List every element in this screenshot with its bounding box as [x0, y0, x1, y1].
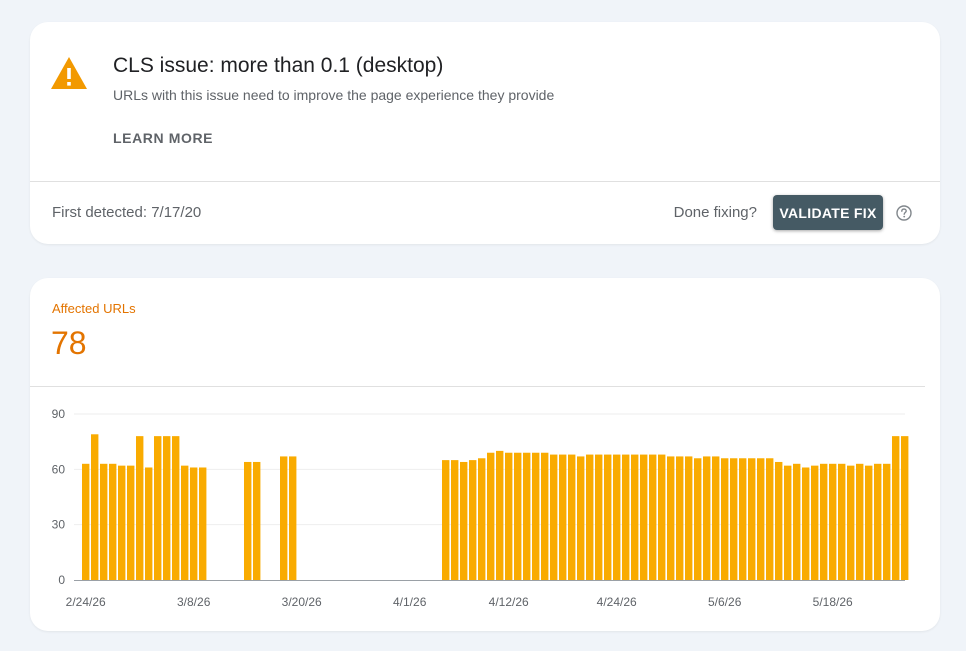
- affected-urls-chart: 90 60 30 02/24/26 3/8/26 3/20/26 4/1/26 4/12/26…: [52, 407, 909, 609]
- validate-fix-button[interactable]: VALIDATE FIX: [773, 195, 883, 230]
- issue-card: CLS issue: more than 0.1 (desktop) URLs …: [30, 22, 940, 244]
- chart-bar: [838, 463, 846, 580]
- chart-bar: [82, 463, 90, 580]
- chart-bar: [163, 436, 171, 580]
- chart-bar: [622, 454, 630, 580]
- chart-bar: [469, 460, 477, 580]
- chart-bar: [892, 436, 900, 580]
- chart-bar: [478, 458, 486, 580]
- chart-bar: [127, 465, 135, 580]
- chart-bar: [883, 463, 891, 580]
- done-fixing-text: Done fixing?: [673, 204, 757, 221]
- first-detected-text: First detected: 7/17/20: [52, 204, 202, 221]
- chart-bar: [658, 454, 666, 580]
- chart-bar: [559, 454, 567, 580]
- chart-bar: [766, 458, 774, 580]
- chart-bar: [532, 452, 540, 580]
- chart-bar: [649, 454, 657, 580]
- x-tick-label: 4/12/26: [489, 595, 529, 609]
- chart-bar: [604, 454, 612, 580]
- chart-bar: [640, 454, 648, 580]
- chart-bar: [514, 452, 522, 580]
- y-tick-label: 30: [52, 518, 66, 532]
- affected-urls-card: Affected URLs 78 90 60 30 0 2/24/26 3/8/26 3/2…: [30, 278, 940, 631]
- affected-urls-count: 78: [51, 325, 87, 361]
- chart-bar: [289, 456, 297, 580]
- chart-bar: [721, 458, 729, 580]
- chart-divider: [30, 386, 925, 387]
- chart-bar: [631, 454, 639, 580]
- x-tick-label: 5/6/26: [708, 595, 742, 609]
- chart-bar: [91, 434, 99, 580]
- issue-subtitle: URLs with this issue need to improve the…: [113, 87, 555, 103]
- chart-bar: [451, 460, 459, 580]
- chart-bar: [730, 458, 738, 580]
- chart-bar: [280, 456, 288, 580]
- chart-bar: [829, 463, 837, 580]
- chart-bar: [109, 463, 117, 580]
- chart-bar: [577, 456, 585, 580]
- chart-bar: [541, 452, 549, 580]
- y-tick-label: 90: [52, 407, 66, 421]
- chart-bar: [118, 465, 126, 580]
- affected-urls-label: Affected URLs: [52, 301, 136, 316]
- chart-bar: [523, 452, 531, 580]
- chart-bar: [586, 454, 594, 580]
- x-tick-label: 2/24/26: [66, 595, 106, 609]
- chart-bar: [811, 465, 819, 580]
- chart-bar: [496, 450, 504, 580]
- y-tick-label: 60: [52, 462, 66, 476]
- chart-bar: [136, 436, 144, 580]
- chart-bar: [694, 458, 702, 580]
- chart-bar: [613, 454, 621, 580]
- chart-bar: [550, 454, 558, 580]
- chart-bar: [442, 460, 450, 580]
- chart-bar: [748, 458, 756, 580]
- learn-more-link[interactable]: LEARN MORE: [113, 130, 213, 146]
- warning-icon: [51, 57, 87, 89]
- chart-bar: [154, 436, 162, 580]
- chart-bar: [703, 456, 711, 580]
- chart-bar: [199, 467, 207, 580]
- chart-bar: [784, 465, 792, 580]
- x-tick-label: 3/20/26: [282, 595, 322, 609]
- chart-bar: [793, 463, 801, 580]
- chart-bar: [568, 454, 576, 580]
- y-tick-label: 0: [58, 573, 65, 587]
- chart-bar: [874, 463, 882, 580]
- chart-bar: [253, 461, 261, 580]
- chart-bar: [757, 458, 765, 580]
- chart-bar: [865, 465, 873, 580]
- chart-bar: [505, 452, 513, 580]
- chart-bar: [775, 461, 783, 580]
- chart-bar: [901, 436, 909, 580]
- chart-bar: [667, 456, 675, 580]
- chart-bar: [712, 456, 720, 580]
- issue-title: CLS issue: more than 0.1 (desktop): [113, 54, 444, 77]
- chart-bar: [460, 461, 468, 580]
- issue-divider: [30, 181, 940, 182]
- x-tick-label: 3/8/26: [177, 595, 211, 609]
- chart-bar: [172, 436, 180, 580]
- chart-bar: [595, 454, 603, 580]
- chart-bar: [820, 463, 828, 580]
- chart-bar: [244, 461, 252, 580]
- help-icon[interactable]: [895, 204, 913, 222]
- chart-bar: [487, 452, 495, 580]
- chart-bar: [802, 467, 810, 580]
- x-tick-label: 5/18/26: [813, 595, 853, 609]
- chart-bar: [676, 456, 684, 580]
- chart-bar: [145, 467, 153, 580]
- x-tick-label: 4/24/26: [597, 595, 637, 609]
- chart-bar: [856, 463, 864, 580]
- chart-bar: [685, 456, 693, 580]
- chart-bar: [100, 463, 108, 580]
- chart-bar: [847, 465, 855, 580]
- chart-bar: [190, 467, 198, 580]
- x-tick-label: 4/1/26: [393, 595, 427, 609]
- chart-bar: [739, 458, 747, 580]
- chart-bar: [181, 465, 189, 580]
